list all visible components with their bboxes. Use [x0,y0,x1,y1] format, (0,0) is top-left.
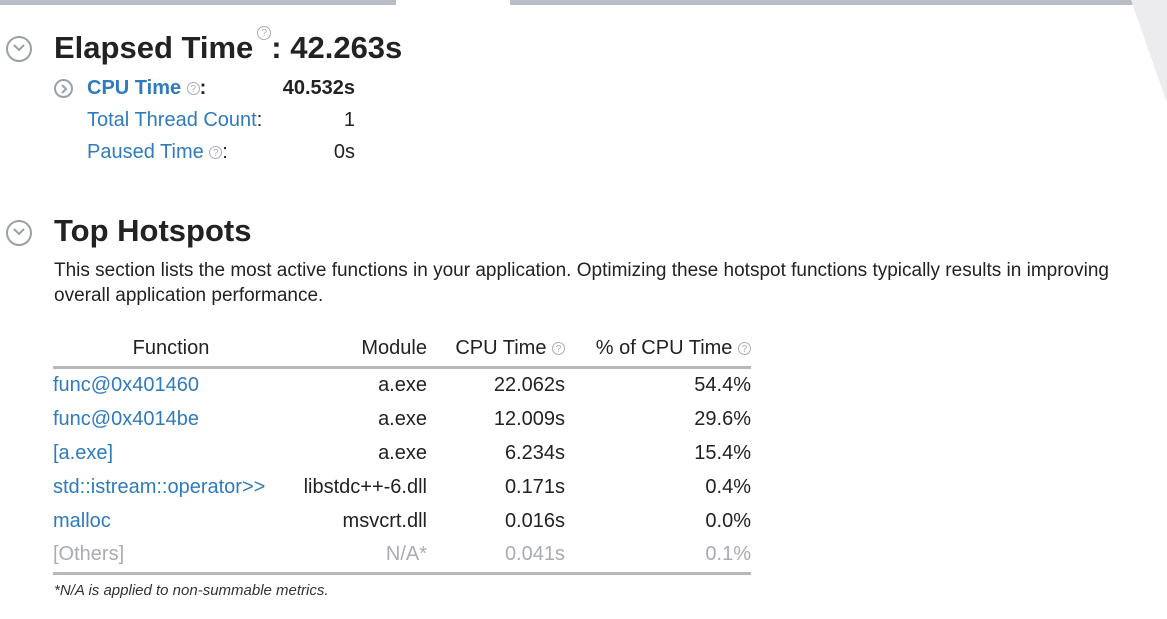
collapse-hotspots-icon[interactable] [6,220,32,246]
table-row-others: [Others] N/A* 0.041s 0.1% [53,537,751,575]
help-icon[interactable]: ? [257,26,272,40]
top-hotspots-heading: Top Hotspots [54,213,252,248]
metric-thread-count-label: Total Thread Count [87,109,257,131]
corner-decoration [1131,0,1167,103]
column-header-cpu-time[interactable]: CPU Time ? [427,330,565,369]
footnote: *N/A is applied to non-summable metrics. [54,582,329,599]
top-bar-segment-right [510,0,1167,5]
pct-cell: 0.0% [705,509,751,532]
table-header-row: Function Module CPU Time ? % of CPU Time… [53,330,751,369]
cpu-time-header-label: CPU Time [455,337,547,359]
cpu-time-cell: 0.041s [427,537,565,575]
cpu-time-cell: 22.062s [493,374,565,397]
function-link[interactable]: func@0x4014be [53,403,289,437]
metric-paused-time-label: Paused Time [87,141,204,163]
help-icon[interactable]: ? [186,82,200,96]
colon: : [199,77,207,99]
table-row: func@0x4014be a.exe 12.009s 29.6% [53,403,751,437]
cpu-time-cell: 0.016s [504,509,565,532]
help-icon[interactable]: ? [738,342,751,356]
metric-thread-count-value: 1 [343,109,355,131]
cpu-time-cell: 0.171s [504,475,565,498]
pct-cell: 54.4% [694,374,751,397]
metric-cpu-time-value: 40.532s [282,77,355,99]
module-cell: libstdc++-6.dll [303,475,427,498]
expand-cpu-time-icon[interactable] [54,79,73,98]
collapse-elapsed-icon[interactable] [6,36,32,62]
function-link[interactable]: malloc [53,504,289,538]
others-label: [Others] [53,537,289,575]
hotspots-table: Function Module CPU Time ? % of CPU Time… [53,330,751,575]
metric-cpu-time-label: CPU Time [87,77,182,99]
colon: : [222,141,228,163]
help-icon[interactable]: ? [552,342,565,356]
column-header-function[interactable]: Function [53,330,289,369]
metric-cpu-time[interactable]: CPU Time ?: [87,77,206,100]
pct-cell: 0.4% [705,475,751,498]
elapsed-time-title: Elapsed Time [54,30,254,65]
module-cell: msvcrt.dll [342,509,427,532]
module-cell: a.exe [378,408,427,431]
cpu-time-cell: 6.234s [504,441,565,464]
function-link[interactable]: func@0x401460 [53,368,289,403]
elapsed-time-heading: Elapsed Time?: 42.263s [54,26,403,66]
pct-cell: 15.4% [694,441,751,464]
elapsed-time-value: : 42.263s [271,30,403,65]
column-header-pct-cpu-time[interactable]: % of CPU Time ? [565,330,751,369]
pct-cell: 29.6% [694,408,751,431]
metric-paused-time-value: 0s [333,141,355,163]
table-row: malloc msvcrt.dll 0.016s 0.0% [53,504,751,538]
function-link[interactable]: std::istream::operator>> [53,470,289,504]
module-cell: N/A* [289,537,427,575]
module-cell: a.exe [378,441,427,464]
metric-paused-time[interactable]: Paused Time ?: [87,141,228,164]
pct-header-label: % of CPU Time [595,337,733,359]
table-row: [a.exe] a.exe 6.234s 15.4% [53,437,751,471]
column-header-module[interactable]: Module [289,330,427,369]
help-icon[interactable]: ? [209,146,223,160]
function-link[interactable]: [a.exe] [53,437,289,471]
module-cell: a.exe [378,374,427,397]
table-row: func@0x401460 a.exe 22.062s 54.4% [53,368,751,403]
table-row: std::istream::operator>> libstdc++-6.dll… [53,470,751,504]
top-bar-segment-left [0,0,396,5]
pct-cell: 0.1% [565,537,751,575]
cpu-time-cell: 12.009s [493,408,565,431]
hotspots-description: This section lists the most active funct… [54,260,1109,306]
